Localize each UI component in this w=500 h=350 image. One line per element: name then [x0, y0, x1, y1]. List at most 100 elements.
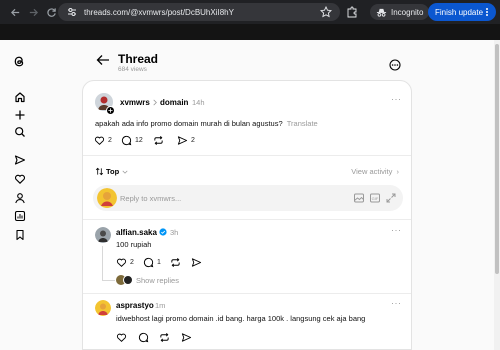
plus-icon[interactable] — [14, 109, 26, 121]
post-topic[interactable]: domain — [160, 98, 188, 107]
expand-icon[interactable] — [385, 192, 397, 204]
avatar-image — [97, 188, 117, 208]
star-icon[interactable] — [320, 6, 332, 18]
follow-plus-badge[interactable] — [106, 106, 115, 115]
chevron-right-icon: › — [396, 167, 400, 176]
reply-comment-button[interactable] — [138, 332, 149, 343]
comment-icon — [138, 332, 149, 343]
back-icon — [10, 8, 19, 16]
post-like-count: 2 — [108, 137, 112, 144]
reply-repost-button[interactable] — [170, 257, 181, 268]
reply-like-button[interactable]: 2 — [116, 257, 134, 268]
chevron-right-icon — [153, 99, 157, 106]
more-vert-icon — [486, 8, 488, 16]
reply-text: idwebhost lagi promo domain .id bang. ha… — [116, 314, 366, 323]
post-more-button[interactable]: ··· — [391, 94, 402, 104]
sort-icon — [95, 167, 104, 176]
post-share-button[interactable]: 2 — [177, 135, 195, 146]
page-scrollbar[interactable] — [494, 40, 500, 350]
send-icon[interactable] — [14, 154, 26, 166]
finish-update-button[interactable]: Finish update — [428, 3, 496, 21]
reply-share-button[interactable] — [191, 257, 202, 268]
search-icon[interactable] — [14, 126, 26, 138]
reply-time: 1m — [155, 301, 166, 310]
reply-time: 3h — [170, 228, 179, 237]
post-username[interactable]: xvmwrs — [120, 98, 150, 107]
back-button[interactable] — [6, 0, 24, 24]
page-title: Thread — [118, 52, 159, 66]
heart-icon — [116, 258, 127, 267]
reply-avatar[interactable] — [95, 227, 111, 243]
forward-icon — [29, 8, 38, 16]
avatar-image — [95, 300, 111, 316]
heart-icon — [116, 333, 127, 342]
repost-icon — [154, 136, 163, 145]
insights-icon[interactable] — [14, 210, 26, 222]
image-icon[interactable] — [353, 192, 365, 204]
tune-icon[interactable] — [66, 6, 78, 18]
more-circle-icon[interactable] — [389, 59, 401, 71]
sort-dropdown[interactable]: Top — [95, 167, 128, 176]
post-comment-count: 12 — [135, 137, 143, 144]
reply-comment-count: 1 — [157, 259, 161, 266]
verified-icon — [159, 228, 167, 236]
reply-repost-button[interactable] — [159, 332, 170, 343]
profile-icon[interactable] — [14, 192, 26, 204]
post-text: apakah ada info promo domain murah di bu… — [95, 119, 318, 128]
repost-icon — [171, 258, 180, 267]
incognito-icon — [376, 8, 387, 17]
post-time: 14h — [192, 98, 205, 107]
show-replies-link[interactable]: Show replies — [136, 276, 179, 285]
share-icon — [177, 136, 188, 145]
reply-username[interactable]: alfian.saka — [116, 228, 157, 237]
forward-button[interactable] — [24, 0, 42, 24]
browser-toolbar: threads.com/@xvmwrs/post/DcBUhXiI8hY Inc… — [0, 0, 500, 24]
incognito-badge[interactable]: Incognito — [370, 4, 430, 20]
avatar-image — [95, 227, 111, 243]
back-arrow-icon[interactable] — [96, 54, 110, 66]
bookmark-icon[interactable] — [14, 229, 26, 241]
reply-like-button[interactable] — [116, 332, 127, 343]
share-icon — [181, 333, 192, 342]
post-like-button[interactable]: 2 — [94, 135, 112, 146]
reply-username[interactable]: asprastyo — [116, 301, 154, 310]
scrollbar-thumb[interactable] — [495, 44, 499, 274]
own-avatar — [97, 188, 117, 208]
thread-card: xvmwrs domain 14h ··· apakah ada info pr… — [82, 80, 412, 350]
post-body-text: apakah ada info promo domain murah di bu… — [95, 119, 283, 128]
address-bar[interactable]: threads.com/@xvmwrs/post/DcBUhXiI8hY — [58, 3, 340, 21]
translate-link[interactable]: Translate — [287, 119, 318, 128]
view-activity-link[interactable]: View activity › — [351, 167, 399, 176]
reply-comment-button[interactable]: 1 — [143, 257, 161, 268]
url-text: threads.com/@xvmwrs/post/DcBUhXiI8hY — [84, 7, 234, 17]
reply-share-button[interactable] — [181, 332, 192, 343]
plus-small-icon — [108, 108, 113, 113]
divider — [83, 293, 411, 294]
extension-icon[interactable] — [346, 6, 358, 18]
sidebar-nav — [0, 40, 40, 350]
reload-icon — [46, 7, 56, 17]
reply-more-button[interactable]: ··· — [391, 225, 402, 235]
reply-thread-connector — [102, 280, 115, 281]
tab-strip-shadow — [0, 24, 500, 40]
reply-input[interactable]: Reply to xvmwrs... GIF — [93, 185, 403, 211]
reply-text: 100 rupiah — [116, 240, 152, 249]
reply-preview-avatar — [123, 275, 133, 285]
finish-update-label: Finish update — [435, 7, 484, 17]
heart-icon[interactable] — [14, 173, 26, 185]
threads-logo-icon[interactable] — [13, 55, 26, 68]
gif-icon[interactable]: GIF — [369, 192, 381, 204]
post-repost-button[interactable] — [153, 135, 164, 146]
reply-more-button[interactable]: ··· — [391, 298, 402, 308]
sort-label: Top — [106, 167, 120, 176]
heart-icon — [94, 136, 105, 145]
comment-icon — [121, 135, 132, 146]
reply-thread-line — [102, 246, 103, 281]
reply-like-count: 2 — [130, 259, 134, 266]
chevron-down-icon — [122, 170, 128, 174]
incognito-label: Incognito — [391, 7, 424, 17]
reply-avatar[interactable] — [95, 300, 111, 316]
post-comment-button[interactable]: 12 — [121, 135, 143, 146]
reply-placeholder: Reply to xvmwrs... — [120, 194, 182, 203]
home-icon[interactable] — [14, 91, 26, 103]
